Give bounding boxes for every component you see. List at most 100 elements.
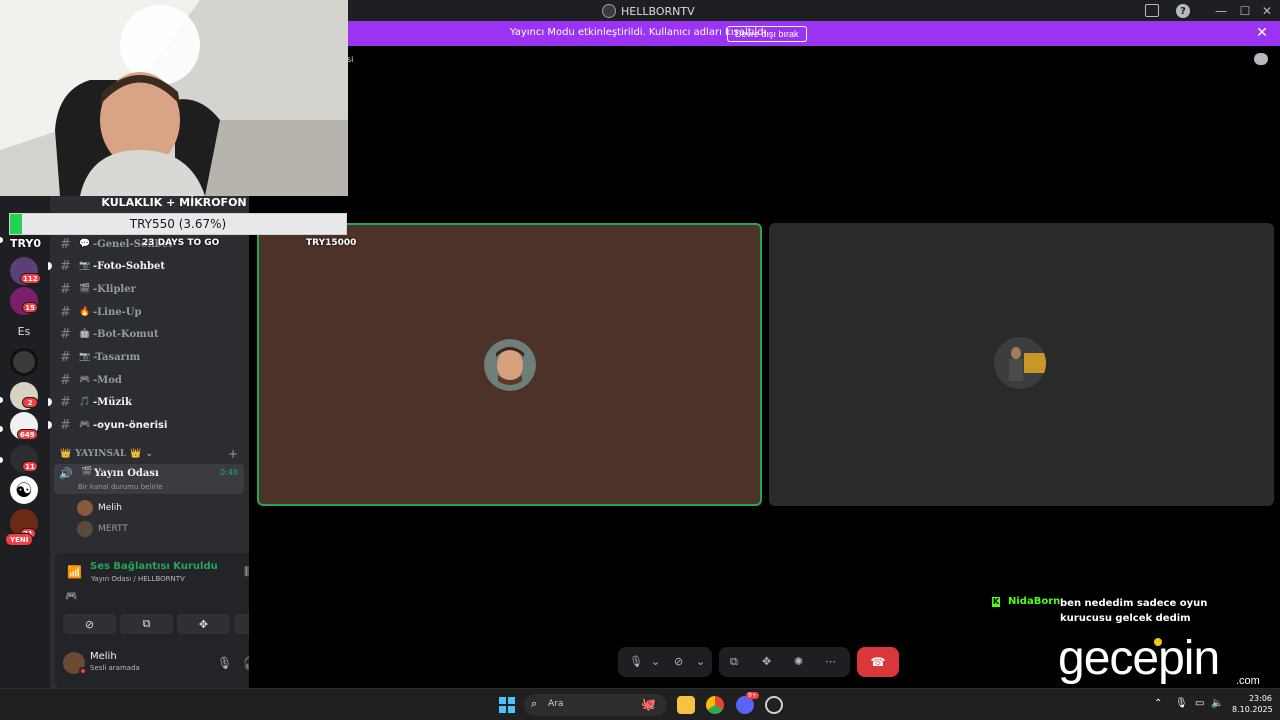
channel-item[interactable]: # 🎮 -Mod bbox=[50, 369, 249, 391]
maximize-icon[interactable]: ☐ bbox=[1237, 3, 1253, 19]
more-icon[interactable]: ⋯ bbox=[825, 655, 836, 668]
text-channel-icon: # bbox=[60, 281, 71, 297]
chevron-down-icon[interactable]: ⌄ bbox=[651, 655, 660, 668]
mention-badge: 15 bbox=[22, 302, 38, 313]
channel-name: -Müzik bbox=[93, 396, 132, 408]
platform-logo-icon: K bbox=[992, 597, 1000, 607]
add-channel-icon[interactable]: + bbox=[228, 447, 238, 461]
channel-name: -Bot-Komut bbox=[93, 328, 159, 340]
banner-close-icon[interactable]: ✕ bbox=[1255, 26, 1269, 40]
camera-button[interactable]: ⊘ bbox=[63, 614, 116, 634]
search-highlight-icon: 🐙 bbox=[641, 697, 656, 711]
inbox-icon[interactable] bbox=[1145, 4, 1159, 17]
chat-icon[interactable] bbox=[1254, 53, 1268, 65]
audio-video-controls: 🎙 ⌄ ⊘ ⌄ bbox=[618, 647, 712, 677]
file-explorer-icon[interactable] bbox=[677, 696, 695, 714]
participant-tile[interactable] bbox=[769, 223, 1274, 506]
text-channel-icon: # bbox=[60, 394, 71, 410]
speaker-icon: 🔊 bbox=[59, 467, 73, 480]
channel-item[interactable]: # 🔥 -Line-Up bbox=[50, 301, 249, 323]
user-status: Sesli aramada bbox=[90, 664, 140, 672]
server-icon-es[interactable]: Es bbox=[10, 317, 38, 345]
channel-item[interactable]: # 📷 -Tasarım bbox=[50, 346, 249, 368]
chat-username: NidaBorn bbox=[1008, 596, 1061, 607]
help-icon[interactable]: ? bbox=[1176, 4, 1190, 18]
activities-button[interactable]: ✥ bbox=[177, 614, 230, 634]
channel-emoji: 📷 bbox=[79, 261, 91, 271]
mention-badge: 649 bbox=[17, 429, 38, 440]
voice-user-name: Melih bbox=[98, 503, 123, 513]
donation-goal-title: KULAKLIK + MİKROFON bbox=[101, 196, 247, 209]
channel-item[interactable]: # 🎵 -Müzik bbox=[48, 391, 249, 413]
hangup-button[interactable]: ☎ bbox=[857, 647, 899, 677]
windows-start-icon[interactable] bbox=[499, 697, 515, 713]
new-badge: YENİ bbox=[5, 533, 34, 546]
channel-emoji: 🎮 bbox=[79, 375, 91, 385]
svg-text:.com: .com bbox=[1236, 675, 1260, 687]
channel-emoji: 🤖 bbox=[79, 329, 91, 339]
call-actions: ⧉ ✥ ✺ ⋯ bbox=[719, 647, 850, 677]
discord-badge: 9+ bbox=[746, 692, 759, 699]
yin-yang-server-icon[interactable]: ☯ bbox=[10, 476, 38, 504]
webcam-feed-image bbox=[0, 0, 348, 196]
channel-item[interactable]: # 🎮 -oyun-önerisi bbox=[48, 414, 249, 436]
text-channel-icon: # bbox=[60, 304, 71, 320]
text-channel-icon: # bbox=[60, 417, 71, 433]
voice-channel-active[interactable]: 🔊 🎬 Yayın Odası 0:48 Bir kanal durumu be… bbox=[54, 464, 244, 494]
channel-name: -oyun-önerisi bbox=[93, 419, 168, 431]
minimize-icon[interactable]: — bbox=[1213, 3, 1229, 19]
chevron-down-icon[interactable]: ⌄ bbox=[696, 655, 705, 668]
soundboard-icon[interactable]: ✺ bbox=[794, 655, 803, 668]
close-icon[interactable]: ✕ bbox=[1259, 3, 1275, 19]
taskbar-search[interactable]: ⌕ Ara 🐙 bbox=[524, 694, 667, 716]
activities-icon[interactable]: ✥ bbox=[762, 655, 771, 668]
unread-pill bbox=[0, 397, 3, 403]
voice-connected-subtitle[interactable]: Yayın Odası / HELLBORNTV bbox=[91, 575, 185, 583]
mention-badge: 2 bbox=[22, 397, 38, 408]
channel-item[interactable]: # 📷 -Foto-Sohbet bbox=[48, 255, 249, 277]
unread-pill bbox=[0, 237, 3, 243]
chrome-icon[interactable] bbox=[706, 696, 724, 714]
microphone-icon[interactable]: 🎙 bbox=[217, 656, 232, 670]
participant-avatar bbox=[484, 339, 536, 391]
taskbar-clock[interactable]: 23:06 8.10.2025 bbox=[1232, 693, 1273, 715]
app-icon[interactable] bbox=[765, 696, 783, 714]
network-icon[interactable]: ▭ bbox=[1195, 698, 1204, 709]
unread-pill bbox=[0, 457, 3, 463]
activity-icon: 🎮 bbox=[65, 591, 78, 602]
unread-dot bbox=[48, 398, 52, 406]
channel-status-prompt[interactable]: Bir kanal durumu belirle bbox=[78, 483, 162, 491]
category-header[interactable]: 👑 YAYINSAL 👑 ⌄ bbox=[60, 449, 153, 459]
chevron-up-icon[interactable]: ⌃ bbox=[1154, 698, 1162, 709]
screenshare-icon: ⧉ bbox=[142, 617, 151, 630]
search-placeholder: Ara bbox=[548, 699, 564, 709]
channel-item[interactable]: # 🤖 -Bot-Komut bbox=[50, 323, 249, 345]
stage-emoji: 🎬 bbox=[81, 467, 93, 477]
screenshare-icon[interactable]: ⧉ bbox=[730, 655, 738, 669]
volume-icon[interactable]: 🔈 bbox=[1211, 698, 1223, 709]
disable-streamer-mode-button[interactable]: Devre dışı bırak bbox=[727, 26, 807, 42]
microphone-icon[interactable]: 🎙 bbox=[1175, 698, 1188, 709]
category-label: YAYINSAL bbox=[75, 449, 127, 459]
channel-item[interactable]: # 🎬 -Klipler bbox=[50, 278, 249, 300]
microphone-icon[interactable]: 🎙 bbox=[629, 655, 643, 668]
signal-icon[interactable]: 📶 bbox=[67, 565, 82, 579]
participant-avatar bbox=[994, 337, 1046, 389]
camera-icon[interactable]: ⊘ bbox=[674, 655, 683, 668]
donation-goal-target: TRY15000 bbox=[306, 238, 357, 248]
svg-text:gecepin: gecepin bbox=[1058, 632, 1219, 685]
participant-tile-speaking[interactable] bbox=[257, 223, 762, 506]
hangup-icon: ☎ bbox=[870, 655, 886, 669]
voice-user-name: MERTT bbox=[98, 524, 128, 534]
channel-emoji: 📷 bbox=[79, 352, 91, 362]
user-name[interactable]: Melih bbox=[90, 651, 117, 662]
webcam-overlay bbox=[0, 0, 348, 196]
chevron-down-icon: ⌄ bbox=[145, 449, 154, 459]
window-title-text: HELLBORNTV bbox=[621, 4, 695, 18]
screenshare-button[interactable]: ⧉ bbox=[120, 614, 173, 634]
channel-emoji: 🎬 bbox=[79, 284, 91, 294]
server-icon[interactable] bbox=[10, 348, 38, 376]
donation-goal-bar: TRY550 (3.67%) bbox=[9, 213, 347, 235]
channel-emoji: 💬 bbox=[79, 239, 91, 249]
activities-icon: ✥ bbox=[198, 617, 209, 631]
